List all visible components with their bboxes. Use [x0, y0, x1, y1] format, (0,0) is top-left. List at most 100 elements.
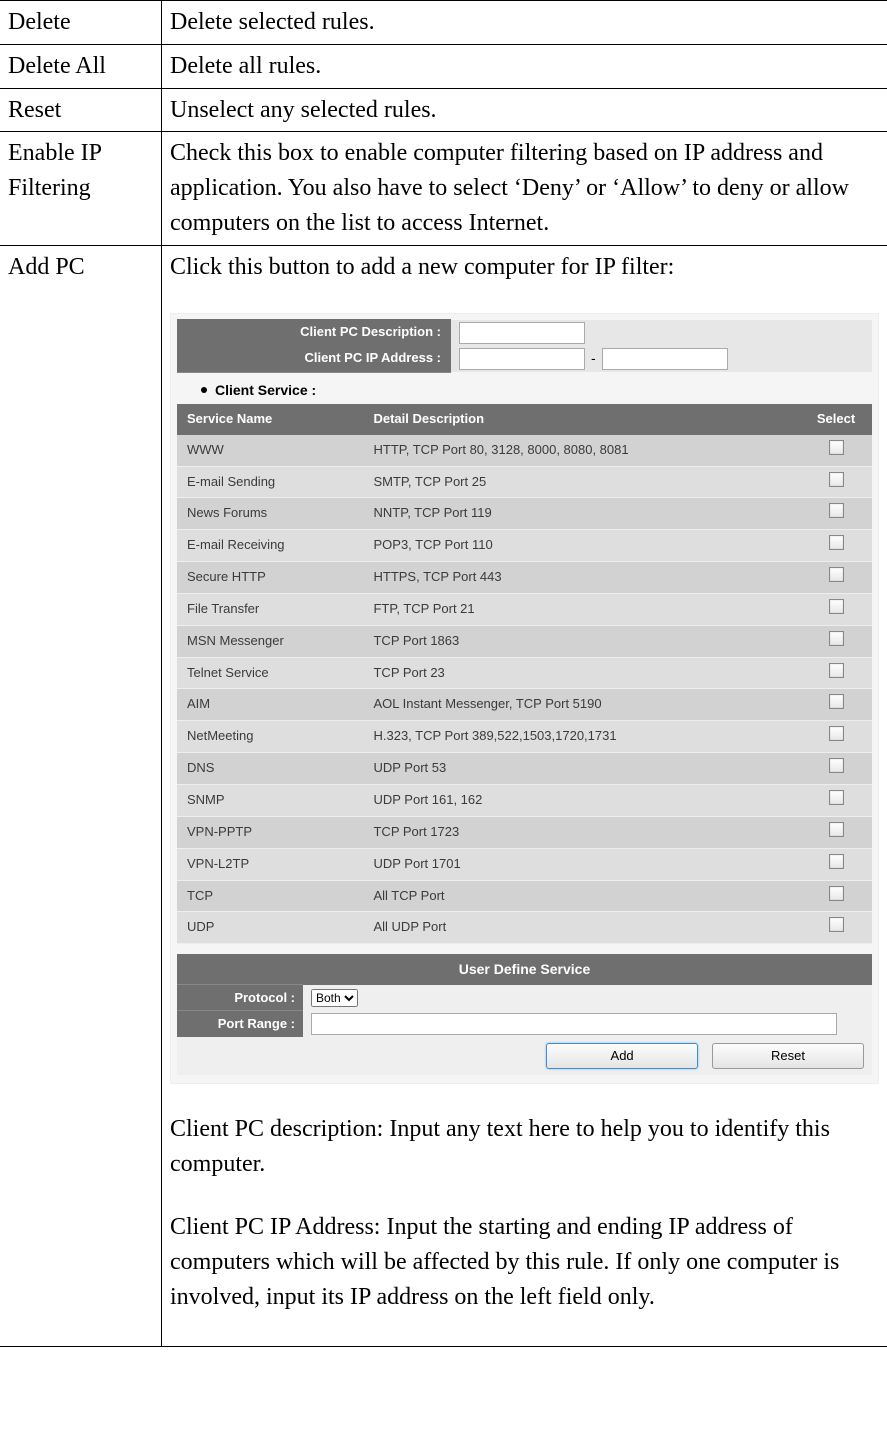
row-delete-key: Delete [0, 1, 162, 45]
row-reset-desc: Unselect any selected rules. [162, 88, 887, 132]
service-desc-cell: HTTPS, TCP Port 443 [363, 562, 800, 594]
service-select-checkbox[interactable] [829, 822, 844, 837]
table-row: File TransferFTP, TCP Port 21 [177, 593, 872, 625]
definitions-table: Delete Delete selected rules. Delete All… [0, 0, 887, 1347]
row-addpc-key: Add PC [0, 245, 162, 1347]
service-desc-cell: TCP Port 23 [363, 657, 800, 689]
service-name-cell: File Transfer [177, 593, 363, 625]
service-select-checkbox[interactable] [829, 599, 844, 614]
client-ip-explain: Client PC IP Address: Input the starting… [170, 1210, 879, 1314]
service-select-checkbox[interactable] [829, 854, 844, 869]
row-deleteall-desc: Delete all rules. [162, 44, 887, 88]
service-select-checkbox[interactable] [829, 694, 844, 709]
service-select-checkbox[interactable] [829, 440, 844, 455]
table-row: Secure HTTPHTTPS, TCP Port 443 [177, 562, 872, 594]
service-desc-cell: HTTP, TCP Port 80, 3128, 8000, 8080, 808… [363, 435, 800, 466]
service-select-cell [800, 498, 872, 530]
client-service-heading-text: Client Service : [215, 380, 316, 400]
add-button[interactable]: Add [546, 1043, 698, 1070]
service-select-cell [800, 530, 872, 562]
service-desc-cell: SMTP, TCP Port 25 [363, 466, 800, 498]
service-name-cell: MSN Messenger [177, 625, 363, 657]
port-range-input[interactable] [311, 1013, 837, 1035]
service-select-checkbox[interactable] [829, 503, 844, 518]
client-service-heading: Client Service : [177, 372, 872, 404]
service-select-cell [800, 785, 872, 817]
client-desc-input[interactable] [459, 322, 585, 344]
service-select-cell [800, 753, 872, 785]
table-row: WWWHTTP, TCP Port 80, 3128, 8000, 8080, … [177, 435, 872, 466]
service-desc-cell: NNTP, TCP Port 119 [363, 498, 800, 530]
table-row: AIMAOL Instant Messenger, TCP Port 5190 [177, 689, 872, 721]
table-row: VPN-L2TPUDP Port 1701 [177, 848, 872, 880]
service-name-cell: AIM [177, 689, 363, 721]
service-select-checkbox[interactable] [829, 535, 844, 550]
table-row: NetMeetingH.323, TCP Port 389,522,1503,1… [177, 721, 872, 753]
service-name-cell: DNS [177, 753, 363, 785]
service-name-cell: Telnet Service [177, 657, 363, 689]
service-select-cell [800, 816, 872, 848]
service-name-cell: E-mail Receiving [177, 530, 363, 562]
service-name-cell: VPN-L2TP [177, 848, 363, 880]
row-enableip-desc: Check this box to enable computer filter… [162, 132, 887, 245]
service-select-checkbox[interactable] [829, 567, 844, 582]
service-desc-cell: UDP Port 53 [363, 753, 800, 785]
service-desc-cell: H.323, TCP Port 389,522,1503,1720,1731 [363, 721, 800, 753]
service-name-cell: WWW [177, 435, 363, 466]
service-name-cell: SNMP [177, 785, 363, 817]
service-name-cell: UDP [177, 912, 363, 944]
service-name-cell: VPN-PPTP [177, 816, 363, 848]
client-ip-label: Client PC IP Address : [177, 345, 451, 373]
service-desc-cell: TCP Port 1863 [363, 625, 800, 657]
service-name-cell: NetMeeting [177, 721, 363, 753]
client-desc-explain: Client PC description: Input any text he… [170, 1112, 879, 1182]
service-name-cell: News Forums [177, 498, 363, 530]
bullet-icon [201, 387, 207, 393]
table-row: UDPAll UDP Port [177, 912, 872, 944]
service-select-cell [800, 912, 872, 944]
service-name-cell: Secure HTTP [177, 562, 363, 594]
protocol-label: Protocol : [177, 984, 303, 1012]
service-select-checkbox[interactable] [829, 917, 844, 932]
service-name-cell: E-mail Sending [177, 466, 363, 498]
service-name-cell: TCP [177, 880, 363, 912]
service-select-checkbox[interactable] [829, 663, 844, 678]
row-deleteall-key: Delete All [0, 44, 162, 88]
service-select-cell [800, 435, 872, 466]
reset-button[interactable]: Reset [712, 1043, 864, 1070]
service-desc-cell: All UDP Port [363, 912, 800, 944]
table-row: TCPAll TCP Port [177, 880, 872, 912]
service-select-cell [800, 689, 872, 721]
protocol-select[interactable]: Both [311, 989, 358, 1007]
table-row: Telnet ServiceTCP Port 23 [177, 657, 872, 689]
service-select-checkbox[interactable] [829, 472, 844, 487]
service-select-checkbox[interactable] [829, 726, 844, 741]
service-select-cell [800, 625, 872, 657]
row-addpc-cell: Click this button to add a new computer … [162, 245, 887, 1347]
service-select-cell [800, 657, 872, 689]
uds-header: User Define Service [177, 954, 872, 984]
service-select-cell [800, 848, 872, 880]
service-desc-cell: AOL Instant Messenger, TCP Port 5190 [363, 689, 800, 721]
port-range-label: Port Range : [177, 1010, 303, 1038]
table-row: E-mail SendingSMTP, TCP Port 25 [177, 466, 872, 498]
table-row: SNMPUDP Port 161, 162 [177, 785, 872, 817]
client-desc-label: Client PC Description : [177, 319, 451, 347]
service-select-checkbox[interactable] [829, 631, 844, 646]
service-select-checkbox[interactable] [829, 790, 844, 805]
addpc-intro: Click this button to add a new computer … [170, 250, 879, 285]
table-row: VPN-PPTPTCP Port 1723 [177, 816, 872, 848]
client-ip-end-input[interactable] [602, 348, 728, 370]
row-reset-key: Reset [0, 88, 162, 132]
row-enableip-key: Enable IP Filtering [0, 132, 162, 245]
ip-filter-form: Client PC Description : Client PC IP Add… [170, 313, 879, 1085]
services-table: Service Name Detail Description Select W… [177, 404, 872, 944]
client-ip-start-input[interactable] [459, 348, 585, 370]
row-delete-desc: Delete selected rules. [162, 1, 887, 45]
service-select-checkbox[interactable] [829, 758, 844, 773]
service-select-checkbox[interactable] [829, 886, 844, 901]
th-service-name: Service Name [177, 404, 363, 435]
service-desc-cell: POP3, TCP Port 110 [363, 530, 800, 562]
service-select-cell [800, 466, 872, 498]
table-row: E-mail ReceivingPOP3, TCP Port 110 [177, 530, 872, 562]
